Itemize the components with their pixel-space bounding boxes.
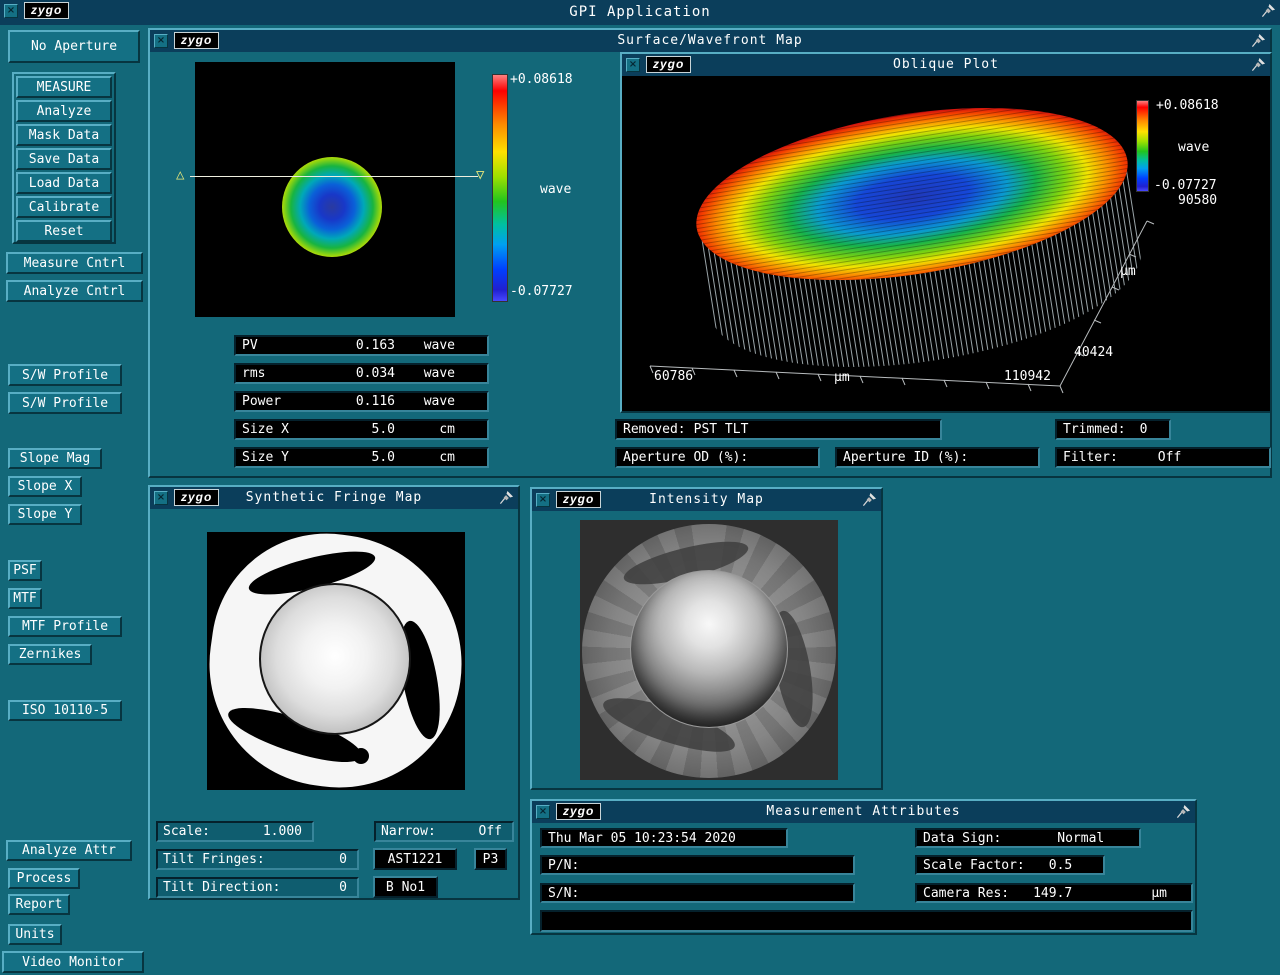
surface-colorbar-min: -0.07727 [510,284,573,299]
fringe-dot-1 [353,748,369,764]
stat-row-size-y: Size Y5.0cm [234,447,489,468]
oblique-colorbar-unit: wave [1178,140,1209,155]
camera-res-field[interactable]: Camera Res:149.7µm [915,883,1193,903]
sidebar-button-report[interactable]: Report [8,894,70,915]
surface-window-title: Surface/Wavefront Map [150,33,1270,48]
data-sign-field[interactable]: Data Sign:Normal [915,828,1141,848]
fringe-center-aperture [259,583,411,735]
sidebar-button-load-data[interactable]: Load Data [16,172,112,194]
aperture-id-field[interactable]: Aperture ID (%): [835,447,1040,468]
sidebar-button-iso-10110-5[interactable]: ISO 10110-5 [8,700,122,721]
oblique-plot-window: × zygo Oblique Plot [620,52,1272,413]
sidebar-button-sw-profile-1[interactable]: S/W Profile [8,364,122,386]
sidebar-button-analyze-cntrl[interactable]: Analyze Cntrl [6,280,143,302]
profile-scanline[interactable] [190,176,478,177]
oblique-colorbar [1136,100,1149,192]
sidebar-button-save-data[interactable]: Save Data [16,148,112,170]
phase-map-blob [282,157,382,257]
sidebar-button-analyze[interactable]: Analyze [16,100,112,122]
sidebar-button-mask-data[interactable]: Mask Data [16,124,112,146]
scale-factor-field[interactable]: Scale Factor:0.5 [915,855,1105,875]
surface-titlebar[interactable]: × zygo Surface/Wavefront Map [150,30,1270,52]
comment-field[interactable] [540,910,1193,932]
sidebar-button-slope-mag[interactable]: Slope Mag [8,448,102,469]
sidebar-button-sw-profile-2[interactable]: S/W Profile [8,392,122,414]
filter-field[interactable]: Filter:Off [1055,447,1271,468]
pushpin-icon[interactable] [1176,804,1191,819]
sidebar-button-slope-x[interactable]: Slope X [8,476,82,497]
app-titlebar[interactable]: × zygo GPI Application [0,0,1280,25]
fringe-dot-2 [269,574,281,586]
oblique-window-title: Oblique Plot [622,57,1270,72]
pushpin-icon[interactable] [499,490,514,505]
p3-button[interactable]: P3 [474,848,507,870]
sidebar-button-analyze-attr[interactable]: Analyze Attr [6,840,132,861]
fringe-image[interactable] [207,532,465,790]
fringe-window-title: Synthetic Fringe Map [150,490,518,505]
timestamp-field: Thu Mar 05 10:23:54 2020 [540,828,788,848]
intensity-window-title: Intensity Map [532,492,881,507]
sidebar-button-measure[interactable]: MEASURE [16,76,112,98]
sidebar-button-reset[interactable]: Reset [16,220,112,242]
intensity-map-window: × zygo Intensity Map [530,487,883,790]
sidebar-button-calibrate[interactable]: Calibrate [16,196,112,218]
attributes-titlebar[interactable]: × zygo Measurement Attributes [532,801,1195,823]
oblique-colorbar-min: -0.07727 [1154,178,1217,193]
oblique-titlebar[interactable]: × zygo Oblique Plot [622,54,1270,76]
sidebar-button-slope-y[interactable]: Slope Y [8,504,82,525]
profile-marker-right-icon[interactable]: ▽ [476,168,484,182]
tilt-direction-field[interactable]: Tilt Direction:0 [156,877,359,898]
intensity-center-sphere [630,570,788,728]
pushpin-icon[interactable] [862,492,877,507]
fringe-map-window: × zygo Synthetic Fringe Map Scale:1.000 … [148,485,520,900]
sidebar-button-measure-cntrl[interactable]: Measure Cntrl [6,252,143,274]
pushpin-icon[interactable] [1251,33,1266,48]
serial-number-field[interactable]: S/N: [540,883,855,903]
sidebar-button-zernikes[interactable]: Zernikes [8,644,92,665]
fringe-narrow-field[interactable]: Narrow:Off [374,821,514,842]
aperture-od-field[interactable]: Aperture OD (%): [615,447,820,468]
tilt-fringes-field[interactable]: Tilt Fringes:0 [156,849,359,870]
oblique-colorbar-min2: 90580 [1178,193,1217,208]
b-no1-button[interactable]: B No1 [373,876,438,898]
sidebar-button-units[interactable]: Units [8,924,62,945]
oblique-x-axis-max: 110942 [1004,369,1051,384]
sidebar-button-mtf-profile[interactable]: MTF Profile [8,616,122,637]
ast1221-button[interactable]: AST1221 [373,848,457,870]
part-number-field[interactable]: P/N: [540,855,855,875]
intensity-titlebar[interactable]: × zygo Intensity Map [532,489,881,511]
attributes-window-title: Measurement Attributes [532,804,1195,819]
oblique-3d-surface [622,76,1270,411]
removed-field[interactable]: Removed:PST TLT [615,419,942,440]
stat-row-size-x: Size X5.0cm [234,419,489,440]
trimmed-field[interactable]: Trimmed:0 [1055,419,1171,440]
surface-phase-map[interactable] [195,62,455,317]
stat-row-pv: PV0.163wave [234,335,489,356]
oblique-y-axis-max: 40424 [1074,345,1113,360]
stat-row-rms: rms0.034wave [234,363,489,384]
surface-colorbar [492,74,508,302]
profile-marker-left-icon[interactable]: △ [176,168,184,182]
sidebar-button-mtf[interactable]: MTF [8,588,42,609]
fringe-scale-field[interactable]: Scale:1.000 [156,821,314,842]
sidebar-button-process[interactable]: Process [8,868,80,889]
no-aperture-button[interactable]: No Aperture [8,30,140,63]
oblique-plot-area[interactable] [622,76,1270,411]
sidebar-button-video-monitor[interactable]: Video Monitor [2,951,144,973]
measurement-attributes-window: × zygo Measurement Attributes Thu Mar 05… [530,799,1197,935]
oblique-x-axis-min: 60786 [654,369,693,384]
sidebar-button-psf[interactable]: PSF [8,560,42,581]
stat-row-power: Power0.116wave [234,391,489,412]
oblique-colorbar-max: +0.08618 [1156,98,1219,113]
surface-colorbar-max: +0.08618 [510,72,573,87]
pushpin-icon[interactable] [1261,3,1276,18]
surface-colorbar-unit: wave [540,182,571,197]
intensity-image[interactable] [580,520,838,780]
oblique-x-axis-unit: µm [834,370,850,385]
app-title: GPI Application [0,4,1280,20]
pushpin-icon[interactable] [1251,57,1266,72]
oblique-z-axis-unit: µm [1120,264,1136,279]
fringe-titlebar[interactable]: × zygo Synthetic Fringe Map [150,487,518,509]
